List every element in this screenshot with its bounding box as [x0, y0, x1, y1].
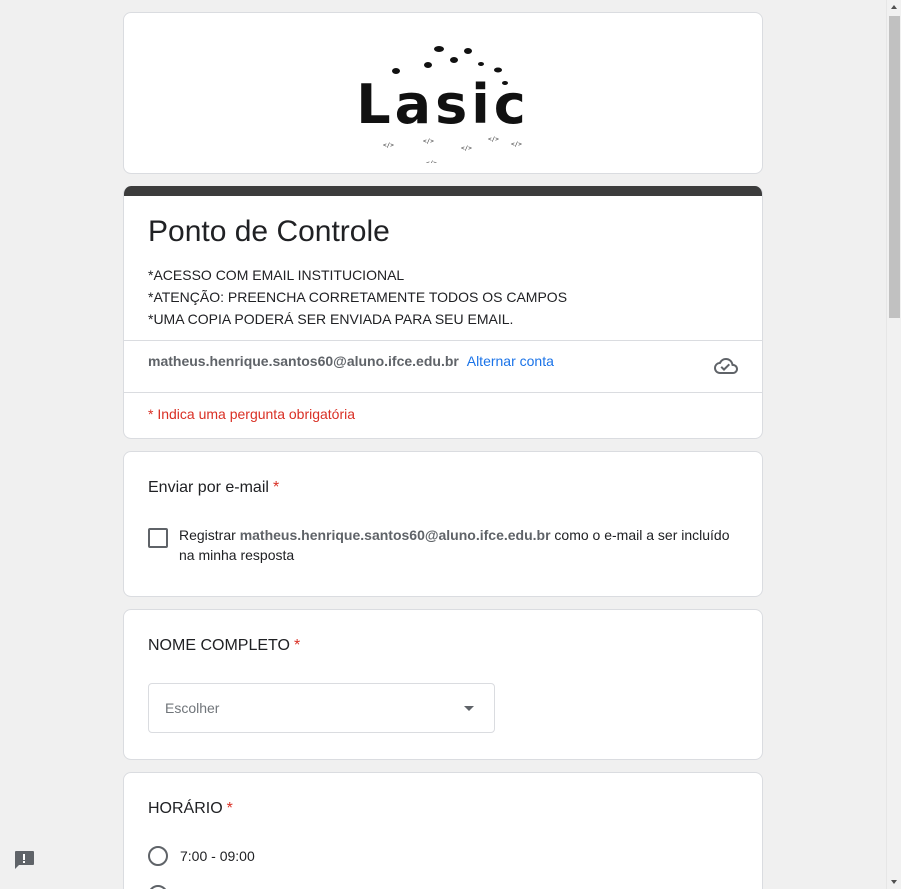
radio-button[interactable]	[148, 846, 168, 866]
question-time: HORÁRIO * 7:00 - 09:00	[123, 772, 763, 889]
svg-text:</>: </>	[423, 138, 434, 145]
checkbox-label-email: matheus.henrique.santos60@aluno.ifce.edu…	[239, 527, 551, 543]
question-title: HORÁRIO *	[148, 797, 738, 821]
required-asterisk: *	[293, 637, 301, 654]
header-banner: Lasic </> </> </> </> </> </>	[123, 12, 763, 174]
question-title-text: HORÁRIO	[148, 800, 223, 817]
question-title-text: NOME COMPLETO	[148, 637, 290, 654]
time-option[interactable]: 7:00 - 09:00	[148, 846, 738, 866]
svg-text:</>: </>	[383, 142, 394, 149]
theme-bar	[124, 186, 762, 196]
form-header-card: Ponto de Controle *ACESSO COM EMAIL INST…	[123, 186, 763, 439]
checkbox-label[interactable]: Registrar matheus.henrique.santos60@alun…	[179, 525, 738, 565]
radio-button[interactable]	[148, 885, 168, 889]
logo-text: Lasic	[356, 73, 530, 136]
account-email: matheus.henrique.santos60@aluno.ifce.edu…	[148, 353, 459, 369]
question-name: NOME COMPLETO * Escolher	[123, 609, 763, 760]
account-row: matheus.henrique.santos60@aluno.ifce.edu…	[124, 340, 762, 392]
scroll-up-icon[interactable]	[891, 5, 897, 9]
question-title: NOME COMPLETO *	[148, 634, 738, 658]
svg-text:</>: </>	[488, 136, 499, 143]
lasic-logo: Lasic </> </> </> </> </> </>	[356, 46, 530, 163]
cloud-saved-icon[interactable]	[714, 354, 738, 378]
scroll-down-icon[interactable]	[891, 880, 897, 884]
record-email-checkbox[interactable]	[148, 528, 168, 548]
description-line: *ACESSO COM EMAIL INSTITUCIONAL	[148, 267, 405, 283]
description-line: *UMA COPIA PODERÁ SER ENVIADA PARA SEU E…	[148, 311, 514, 327]
dropdown-arrow-icon	[464, 705, 474, 711]
form-container: Lasic </> </> </> </> </> </> Ponto de C…	[123, 12, 763, 889]
required-asterisk: *	[272, 479, 280, 496]
time-option-label: 7:00 - 09:00	[180, 848, 255, 864]
svg-text:</>: </>	[511, 141, 522, 148]
dropdown-placeholder: Escolher	[165, 700, 220, 716]
switch-account-link[interactable]: Alternar conta	[467, 353, 554, 369]
svg-text:</>: </>	[461, 145, 472, 152]
form-description: *ACESSO COM EMAIL INSTITUCIONAL *ATENÇÃO…	[148, 264, 738, 330]
feedback-icon[interactable]	[13, 850, 35, 870]
name-dropdown[interactable]: Escolher	[148, 683, 495, 733]
svg-text:</>: </>	[426, 160, 437, 163]
time-option-partial[interactable]	[148, 885, 738, 889]
description-line: *ATENÇÃO: PREENCHA CORRETAMENTE TODOS OS…	[148, 289, 568, 305]
page-scrollbar[interactable]	[886, 0, 901, 889]
question-title: Enviar por e-mail *	[148, 476, 738, 500]
question-title-text: Enviar por e-mail	[148, 479, 269, 496]
scrollbar-thumb[interactable]	[889, 16, 900, 318]
form-title: Ponto de Controle	[148, 215, 390, 248]
email-checkbox-row[interactable]: Registrar matheus.henrique.santos60@alun…	[148, 525, 738, 565]
question-email: Enviar por e-mail * Registrar matheus.hen…	[123, 451, 763, 597]
required-asterisk: *	[226, 800, 233, 817]
checkbox-label-prefix: Registrar	[179, 527, 240, 543]
required-note: * Indica uma pergunta obrigatória	[124, 392, 762, 438]
